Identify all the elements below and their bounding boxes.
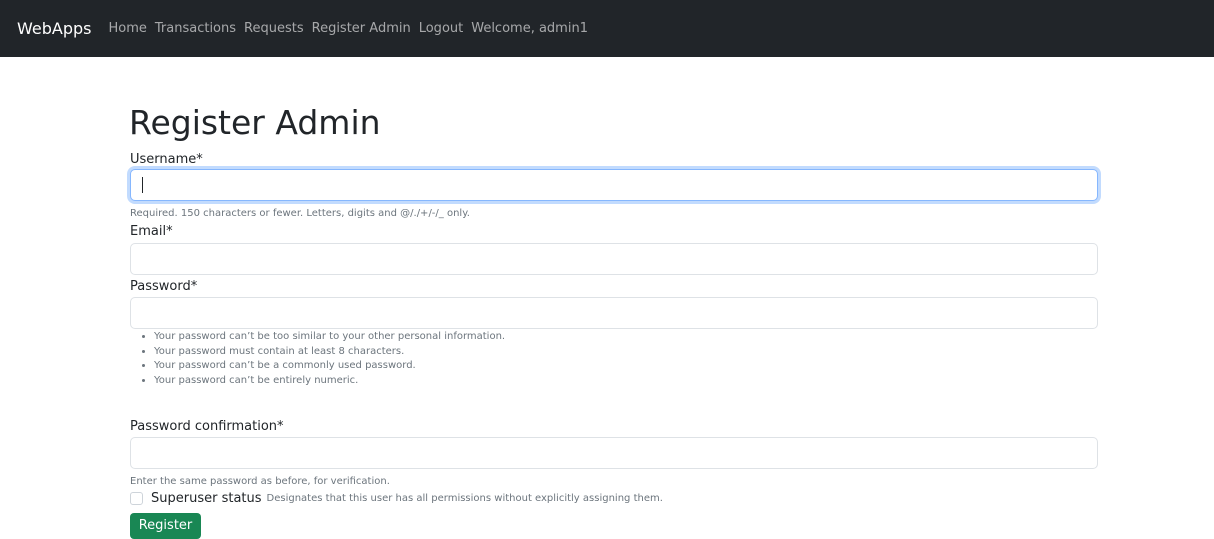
email-label: Email*: [130, 224, 173, 239]
page-title: Register Admin: [129, 103, 381, 142]
nav-link-requests[interactable]: Requests: [244, 21, 304, 36]
welcome-text: Welcome, admin1: [471, 21, 588, 36]
nav-link-transactions[interactable]: Transactions: [155, 21, 236, 36]
password-rules-list: Your password can’t be too similar to yo…: [130, 330, 505, 388]
brand-link[interactable]: WebApps: [17, 19, 91, 38]
username-help: Required. 150 characters or fewer. Lette…: [130, 208, 470, 219]
password-label: Password*: [130, 279, 198, 294]
superuser-row: Superuser status Designates that this us…: [130, 491, 663, 506]
password-rule: Your password can’t be a commonly used p…: [154, 359, 505, 374]
password-rule: Your password can’t be too similar to yo…: [154, 330, 505, 345]
password-rule: Your password can’t be entirely numeric.: [154, 374, 505, 389]
username-label: Username*: [130, 152, 203, 167]
password-rule: Your password must contain at least 8 ch…: [154, 345, 505, 360]
nav-link-logout[interactable]: Logout: [419, 21, 464, 36]
email-input[interactable]: [130, 243, 1098, 275]
password-confirmation-help: Enter the same password as before, for v…: [130, 476, 390, 487]
superuser-checkbox[interactable]: [130, 492, 143, 505]
text-caret: [142, 177, 143, 193]
username-field-wrapper: [130, 169, 1098, 201]
superuser-label[interactable]: Superuser status: [151, 491, 262, 506]
password-confirmation-label: Password confirmation*: [130, 419, 284, 434]
username-input[interactable]: [130, 169, 1098, 201]
nav-link-home[interactable]: Home: [108, 21, 146, 36]
superuser-help: Designates that this user has all permis…: [266, 493, 663, 504]
navbar: WebApps Home Transactions Requests Regis…: [0, 0, 1214, 57]
nav-link-register-admin[interactable]: Register Admin: [312, 21, 411, 36]
password-input[interactable]: [130, 297, 1098, 329]
register-button[interactable]: Register: [130, 513, 201, 539]
password-confirmation-input[interactable]: [130, 437, 1098, 469]
